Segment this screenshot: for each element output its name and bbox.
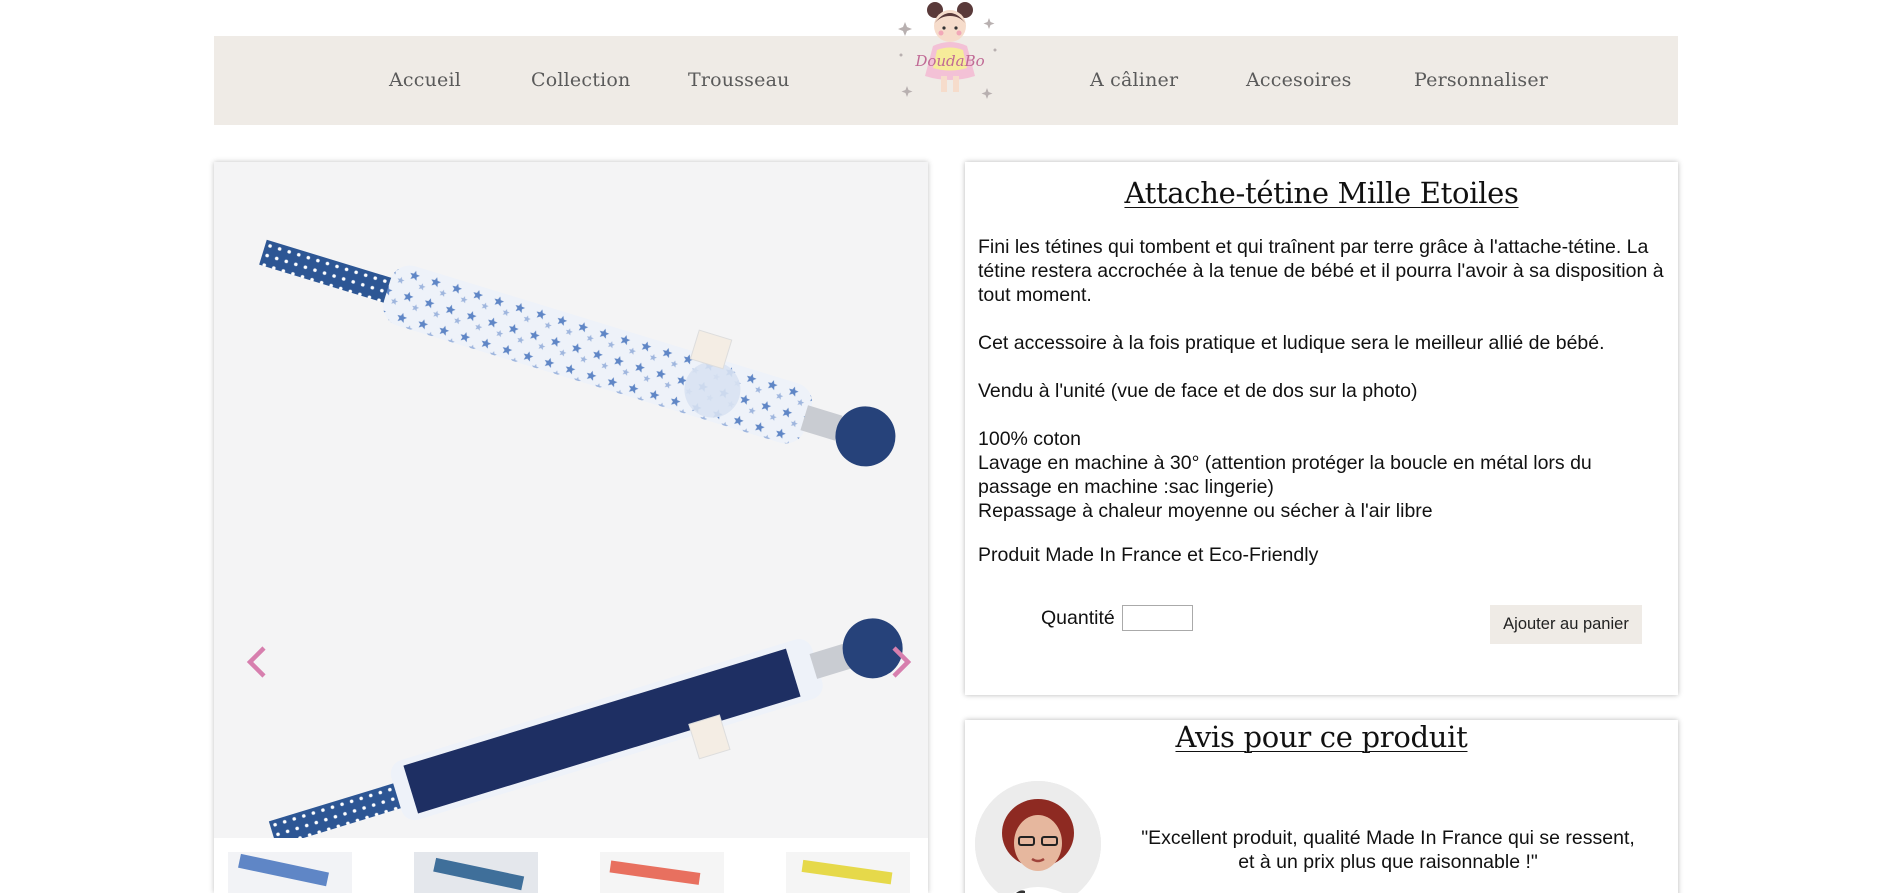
nav-item-collection[interactable]: Collection [531,36,630,125]
thumbnail-3[interactable] [600,852,724,893]
add-to-cart-button[interactable]: Ajouter au panier [1490,605,1642,644]
washing-line: Lavage en machine à 30° (attention proté… [978,452,1592,498]
material-line: 100% coton [978,428,1081,450]
description-paragraph: Cet accessoire à la fois pratique et lud… [978,332,1605,354]
nav-item-personnaliser[interactable]: Personnaliser [1414,36,1548,125]
site-logo[interactable]: DoudaBo [895,0,1005,108]
review-quote-line: et à un prix plus que raisonnable !" [1238,851,1538,873]
product-gallery [214,162,928,893]
thumbnail-2[interactable] [414,852,538,893]
ironing-line: Repassage à chaleur moyenne ou sécher à … [978,500,1433,522]
nav-item-accesoires[interactable]: Accesoires [1246,36,1352,125]
nav-item-accueil[interactable]: Accueil [389,36,461,125]
reviews-card: Avis pour ce produit "Excellent produit,… [965,720,1678,893]
doll-logo-icon: DoudaBo [898,2,997,99]
nav-item-a-caliner[interactable]: A câliner [1090,36,1178,125]
gallery-prev-button[interactable] [238,632,278,692]
review-quote-line: "Excellent produit, qualité Made In Fran… [1141,827,1635,849]
quantity-label: Quantité [1041,607,1115,629]
thumbnail-4[interactable] [786,852,910,893]
product-main-image [214,162,928,847]
product-page: Accueil Collection Trousseau A câliner A… [0,0,1892,893]
made-in-france-line: Produit Made In France et Eco-Friendly [978,544,1319,566]
nav-item-trousseau[interactable]: Trousseau [688,36,790,125]
review-quote: "Excellent produit, qualité Made In Fran… [1105,826,1671,874]
description-paragraph: Fini les tétines qui tombent et qui traî… [978,236,1664,306]
thumbnail-1[interactable] [228,852,352,893]
gallery-thumbnails [214,838,928,893]
product-details-card: Attache-tétine Mille Etoiles Fini les té… [965,162,1678,695]
gallery-next-button[interactable] [880,632,920,692]
product-description: Fini les tétines qui tombent et qui traî… [978,235,1668,567]
chevron-left-icon [246,646,266,678]
logo-text: DoudaBo [914,52,984,70]
reviewer-avatar [975,781,1101,893]
chevron-right-icon [892,646,912,678]
quantity-input[interactable] [1122,605,1193,631]
reviews-title: Avis pour ce produit [1175,720,1468,754]
description-paragraph: Vendu à l'unité (vue de face et de dos s… [978,380,1418,402]
product-title: Attache-tétine Mille Etoiles [1124,176,1519,210]
